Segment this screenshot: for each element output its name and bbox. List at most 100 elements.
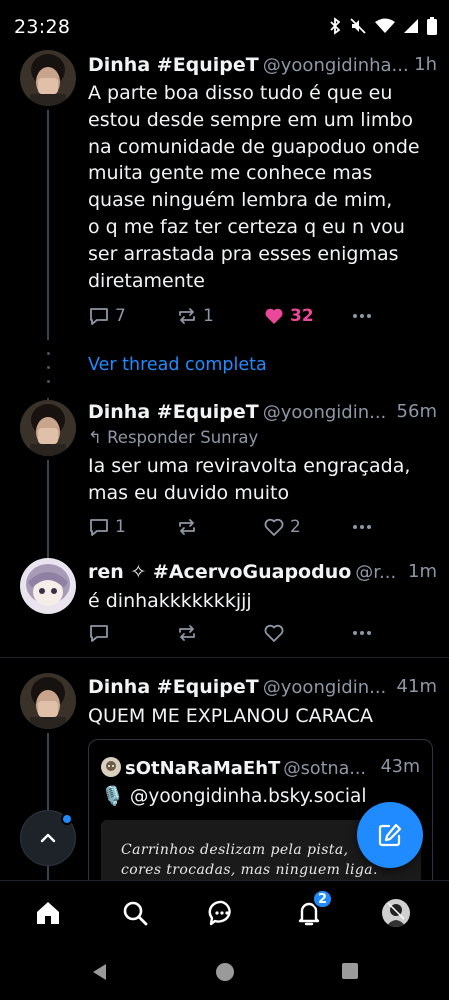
heart-icon — [264, 624, 284, 642]
system-nav-bar — [0, 944, 449, 1000]
repost-icon — [179, 625, 195, 641]
post-time: 1m — [402, 561, 437, 582]
post-text-line: é dinhakkkkkkkjjj — [88, 590, 252, 612]
quote-text: 🎙️ @yoongidinha.bsky.social — [101, 786, 367, 807]
chevron-up-icon — [40, 833, 56, 843]
quote-author-name: sOtNaRaMaEhT — [125, 758, 281, 779]
compose-icon — [378, 823, 402, 847]
author-handle[interactable]: @yoongidin... — [263, 677, 387, 698]
repost-count: 1 — [203, 306, 214, 326]
like-button[interactable]: 2 — [263, 514, 301, 540]
more-options-button[interactable] — [351, 303, 373, 329]
post-text: A parte boa disso tudo é que eu estou de… — [88, 80, 433, 294]
scroll-to-top-button[interactable] — [20, 810, 76, 866]
post[interactable]: ren ✧ #AcervoGuapoduo @r... 1m é dinhakkk… — [0, 552, 449, 652]
nav-notifications[interactable]: 2 — [291, 889, 334, 931]
more-options-button[interactable] — [351, 620, 373, 646]
home-icon — [37, 902, 59, 924]
post-actions: 1 2 — [88, 514, 388, 540]
post-text-line: ser arrastada pra esses enigmas — [88, 242, 399, 265]
post-text: é dinhakkkkkkkjjj — [88, 588, 433, 615]
reply-button[interactable]: 1 — [88, 514, 126, 540]
bottom-nav: 2 — [0, 880, 449, 944]
chat-icon — [208, 900, 231, 926]
author-handle[interactable]: @r... — [355, 562, 396, 583]
like-count: 2 — [290, 517, 301, 537]
back-icon[interactable] — [90, 962, 108, 982]
post-header: Dinha #EquipeT @yoongidin... 56m — [88, 401, 437, 425]
post-text: Ia ser uma reviravolta engraçada, mas eu… — [88, 453, 433, 507]
heart-icon — [264, 518, 284, 536]
author-handle[interactable]: @yoongidinha.... — [263, 55, 415, 76]
author-name[interactable]: ren ✧ #AcervoGuapoduo — [88, 561, 351, 583]
nav-search[interactable] — [117, 895, 153, 931]
post-text-line: diretamente — [88, 269, 205, 292]
post[interactable]: Dinha #EquipeT @yoongidin... 56m ↰ Respon… — [0, 390, 449, 560]
reply-count: 7 — [115, 306, 126, 326]
post-text-line: Ia ser uma reviravolta engraçada, — [88, 455, 411, 477]
like-count: 32 — [290, 306, 314, 326]
thread-dot — [46, 380, 50, 383]
thread-dot — [46, 352, 50, 355]
post-text-line: A parte boa disso tudo é que eu — [88, 82, 393, 104]
thread-line — [47, 460, 49, 560]
like-button[interactable] — [263, 620, 285, 646]
reply-button[interactable]: 7 — [88, 303, 126, 329]
post-text-line: o q me faz ter certeza q eu n vou — [88, 215, 405, 238]
like-button[interactable]: 32 — [263, 303, 314, 329]
reply-arrow-icon: ↰ — [88, 428, 108, 447]
post-text-line: na comunidade de guapoduo onde — [88, 135, 420, 158]
post-text-line: quase ninguém lembra de mim, — [88, 189, 393, 212]
quote-avatar — [101, 757, 121, 777]
reply-icon — [90, 625, 108, 642]
avatar[interactable] — [20, 558, 76, 614]
avatar[interactable] — [20, 400, 76, 456]
repost-button[interactable]: 1 — [176, 303, 214, 329]
post[interactable]: Dinha #EquipeT @yoongidinha.... 1h A part… — [0, 0, 449, 340]
reply-button[interactable] — [88, 620, 110, 646]
nav-profile[interactable] — [378, 895, 414, 931]
author-name[interactable]: Dinha #EquipeT — [88, 54, 259, 76]
more-icon — [353, 631, 371, 635]
author-name[interactable]: Dinha #EquipeT — [88, 401, 259, 423]
post-text-line: muita gente me conhece mas — [88, 162, 373, 185]
nav-home[interactable] — [30, 895, 66, 931]
search-icon — [123, 901, 148, 926]
post-text-line: mas eu duvido muito — [88, 481, 290, 504]
quote-header: sOtNaRaMaEhT @sotna... 43m — [101, 757, 420, 781]
repost-button[interactable] — [176, 514, 198, 540]
home-circle-icon[interactable] — [215, 962, 235, 982]
author-name[interactable]: Dinha #EquipeT — [88, 676, 259, 698]
thread-dot — [46, 366, 50, 369]
post-text-line: QUEM ME EXPLANOU CARACA — [88, 705, 373, 727]
reply-to-text: Responder Sunray — [107, 428, 259, 447]
author-handle[interactable]: @yoongidin... — [263, 402, 387, 423]
more-options-button[interactable] — [351, 514, 373, 540]
recents-icon[interactable] — [341, 962, 359, 980]
post-time: 56m — [390, 401, 437, 422]
quote-time: 43m — [376, 757, 420, 777]
quote-author-handle: @sotna... — [283, 759, 366, 779]
reply-count: 1 — [115, 517, 126, 537]
more-icon — [353, 525, 371, 529]
new-posts-dot — [61, 813, 73, 825]
repost-button[interactable] — [176, 620, 198, 646]
compose-button[interactable] — [357, 802, 423, 868]
post-header: Dinha #EquipeT @yoongidin... 41m — [88, 676, 437, 700]
reply-to-label[interactable]: ↰ Responder Sunray — [88, 428, 258, 447]
post-text-line: estou desde sempre em um limbo — [88, 108, 414, 131]
post-text: QUEM ME EXPLANOU CARACA — [88, 703, 433, 730]
profile-avatar — [382, 899, 410, 927]
avatar[interactable] — [20, 673, 76, 729]
post-time: 41m — [390, 676, 437, 697]
more-icon — [353, 314, 371, 318]
repost-icon — [179, 519, 195, 535]
post-header: Dinha #EquipeT @yoongidinha.... 1h — [88, 54, 437, 78]
quote-image-text: Carrinhos deslizam pela pista, cores tro… — [121, 842, 378, 878]
nav-chat[interactable] — [204, 895, 240, 931]
view-full-thread-link[interactable]: Ver thread completa — [88, 355, 267, 375]
thread-line — [47, 110, 49, 340]
reply-icon — [90, 308, 108, 325]
avatar[interactable] — [20, 50, 76, 106]
reply-icon — [90, 519, 108, 536]
